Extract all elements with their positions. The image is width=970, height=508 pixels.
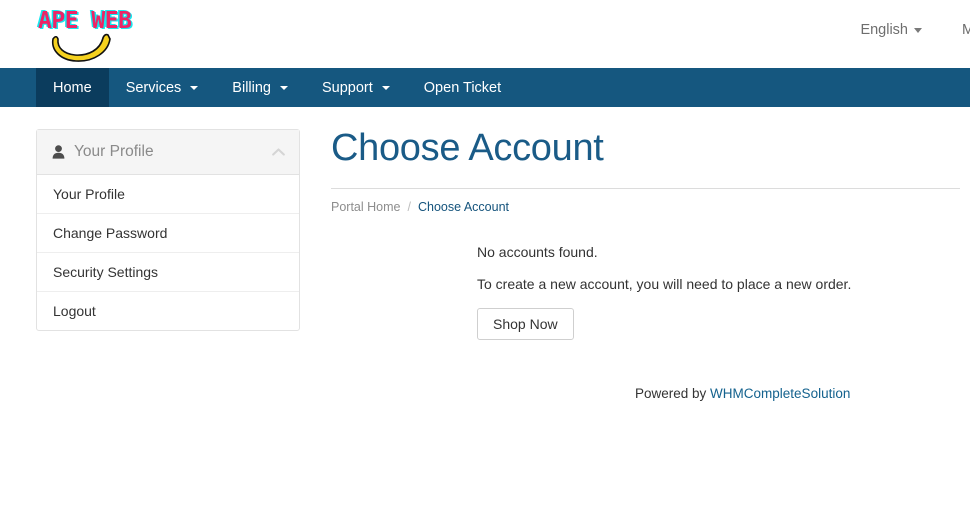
user-icon bbox=[52, 145, 65, 159]
site-logo[interactable]: APE WEB bbox=[36, 4, 166, 64]
nav-item-open-ticket[interactable]: Open Ticket bbox=[407, 68, 518, 107]
account-empty-state: No accounts found. To create a new accou… bbox=[331, 244, 960, 340]
sidebar-item-security-settings[interactable]: Security Settings bbox=[37, 253, 299, 292]
nav-label: Support bbox=[321, 79, 373, 96]
nav-label: Billing bbox=[232, 79, 271, 96]
create-account-instruction: To create a new account, you will need t… bbox=[477, 275, 852, 292]
chevron-down-icon bbox=[914, 27, 922, 33]
nav-label: Services bbox=[125, 79, 182, 96]
language-label: English bbox=[860, 22, 908, 38]
language-selector[interactable]: English bbox=[860, 22, 922, 38]
footer-credit: Powered by WHMCompleteSolution bbox=[331, 386, 960, 401]
shop-now-button[interactable]: Shop Now bbox=[477, 307, 574, 340]
chevron-up-icon[interactable] bbox=[272, 148, 285, 157]
account-menu-clipped[interactable]: My Account bbox=[962, 22, 970, 38]
profile-sidebar-panel: Your Profile Your Profile Change Passwor… bbox=[36, 129, 300, 331]
chevron-down-icon bbox=[279, 85, 288, 90]
banana-icon bbox=[51, 33, 111, 62]
nav-label: Home bbox=[53, 79, 92, 96]
no-accounts-message: No accounts found. bbox=[477, 243, 598, 260]
sidebar-item-logout[interactable]: Logout bbox=[37, 292, 299, 330]
title-divider bbox=[331, 187, 960, 189]
sidebar-panel-header[interactable]: Your Profile bbox=[37, 130, 299, 175]
site-header: APE WEB English My Account bbox=[0, 0, 970, 68]
whmcs-link[interactable]: WHMCompleteSolution bbox=[710, 386, 850, 401]
page-body: Your Profile Your Profile Change Passwor… bbox=[0, 107, 970, 401]
page-title: Choose Account bbox=[331, 127, 604, 169]
breadcrumb-current: Choose Account bbox=[417, 199, 510, 214]
nav-item-support[interactable]: Support bbox=[305, 68, 407, 107]
nav-item-services[interactable]: Services bbox=[109, 68, 216, 107]
nav-label: Open Ticket bbox=[423, 79, 502, 96]
sidebar-item-change-password[interactable]: Change Password bbox=[37, 214, 299, 253]
breadcrumb: Portal Home / Choose Account bbox=[331, 200, 960, 214]
footer-powered-by-label: Powered by bbox=[635, 385, 711, 401]
sidebar-item-your-profile[interactable]: Your Profile bbox=[37, 175, 299, 214]
chevron-down-icon bbox=[381, 85, 390, 90]
nav-item-billing[interactable]: Billing bbox=[215, 68, 305, 107]
breadcrumb-separator: / bbox=[407, 199, 411, 214]
nav-item-home[interactable]: Home bbox=[36, 68, 109, 107]
breadcrumb-portal-home[interactable]: Portal Home bbox=[331, 200, 400, 214]
main-navigation: Home Services Billing Support Open Ticke… bbox=[0, 68, 970, 107]
main-content: Choose Account Portal Home / Choose Accoun… bbox=[300, 127, 970, 401]
sidebar-panel-title: Your Profile bbox=[74, 143, 154, 160]
chevron-down-icon bbox=[190, 85, 199, 90]
